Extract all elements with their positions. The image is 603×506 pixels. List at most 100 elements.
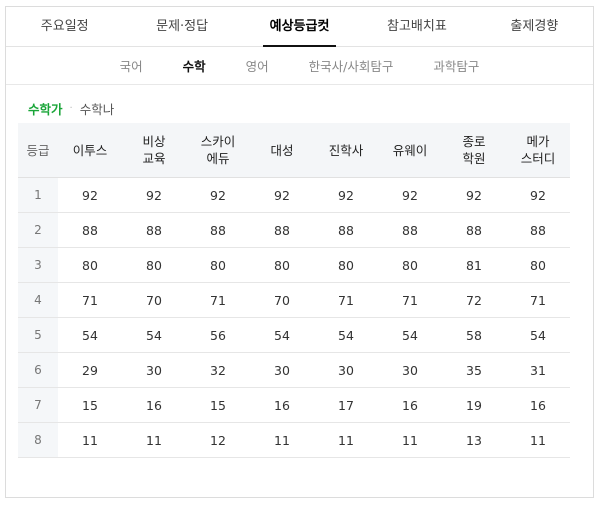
tab-expected-grade-cut[interactable]: 예상등급컷 xyxy=(241,7,358,47)
subject-tabs: 국어 수학 영어 한국사/사회탐구 과학탐구 xyxy=(6,47,593,85)
score-cell: 70 xyxy=(122,282,186,318)
column-header-uway: 유웨이 xyxy=(378,123,442,178)
score-cell: 11 xyxy=(250,422,314,458)
math-variant-selector: 수학가 · 수학나 xyxy=(28,99,114,118)
score-cell: 92 xyxy=(250,177,314,213)
score-cell: 92 xyxy=(186,177,250,213)
column-header-etoos: 이투스 xyxy=(58,123,122,178)
score-cell: 11 xyxy=(378,422,442,458)
column-header-bisang: 비상 교육 xyxy=(122,123,186,178)
score-cell: 11 xyxy=(122,422,186,458)
score-cell: 19 xyxy=(442,387,506,423)
score-cell: 31 xyxy=(506,352,570,388)
score-cell: 88 xyxy=(186,212,250,248)
score-cell: 80 xyxy=(186,247,250,283)
score-cell: 92 xyxy=(506,177,570,213)
table-row: 2 88 88 88 88 88 88 88 88 xyxy=(18,212,570,248)
grade-cell: 4 xyxy=(18,282,58,318)
score-cell: 54 xyxy=(58,317,122,353)
subtab-science[interactable]: 과학탐구 xyxy=(413,56,499,75)
table-header-row: 등급 이투스 비상 교육 스카이 에듀 대성 진학사 유웨이 종로 학원 메가 스터디 xyxy=(18,123,570,178)
score-cell: 35 xyxy=(442,352,506,388)
score-cell: 12 xyxy=(186,422,250,458)
score-cell: 11 xyxy=(58,422,122,458)
score-cell: 88 xyxy=(378,212,442,248)
column-header-jinhaksa: 진학사 xyxy=(314,123,378,178)
score-cell: 88 xyxy=(250,212,314,248)
score-cell: 71 xyxy=(378,282,442,318)
grade-cell: 3 xyxy=(18,247,58,283)
score-cell: 54 xyxy=(378,317,442,353)
score-cell: 29 xyxy=(58,352,122,388)
table-row: 4 71 70 71 70 71 71 72 71 xyxy=(18,282,570,318)
column-header-daesung: 대성 xyxy=(250,123,314,178)
variant-separator: · xyxy=(69,103,73,114)
column-header-jongro: 종로 학원 xyxy=(442,123,506,178)
table-row: 5 54 54 56 54 54 54 58 54 xyxy=(18,317,570,353)
score-cell: 88 xyxy=(506,212,570,248)
score-cell: 72 xyxy=(442,282,506,318)
score-cell: 80 xyxy=(122,247,186,283)
table-row: 6 29 30 32 30 30 30 35 31 xyxy=(18,352,570,388)
score-cell: 88 xyxy=(58,212,122,248)
grade-cut-table: 등급 이투스 비상 교육 스카이 에듀 대성 진학사 유웨이 종로 학원 메가 스터디 … xyxy=(18,123,570,458)
grade-column-header: 등급 xyxy=(18,123,58,178)
grade-cell: 6 xyxy=(18,352,58,388)
score-cell: 71 xyxy=(58,282,122,318)
score-cell: 92 xyxy=(378,177,442,213)
variant-math-na[interactable]: 수학나 xyxy=(80,99,115,118)
score-cell: 32 xyxy=(186,352,250,388)
score-cell: 92 xyxy=(314,177,378,213)
score-cell: 88 xyxy=(122,212,186,248)
score-cell: 88 xyxy=(442,212,506,248)
table-body: 1 92 92 92 92 92 92 92 92 2 88 88 88 88 88 88 88 88 3 80 80 8… xyxy=(18,177,570,458)
table-row: 7 15 16 15 16 17 16 19 16 xyxy=(18,387,570,423)
score-cell: 17 xyxy=(314,387,378,423)
score-cell: 71 xyxy=(186,282,250,318)
score-cell: 16 xyxy=(250,387,314,423)
score-cell: 80 xyxy=(250,247,314,283)
score-cell: 92 xyxy=(58,177,122,213)
score-cell: 80 xyxy=(378,247,442,283)
score-cell: 30 xyxy=(378,352,442,388)
score-cell: 80 xyxy=(506,247,570,283)
score-cell: 30 xyxy=(250,352,314,388)
score-cell: 11 xyxy=(314,422,378,458)
tab-reference-placement[interactable]: 참고배치표 xyxy=(358,7,475,46)
subtab-math[interactable]: 수학 xyxy=(163,56,226,75)
grade-cell: 7 xyxy=(18,387,58,423)
score-cell: 54 xyxy=(314,317,378,353)
table-row: 8 11 11 12 11 11 11 13 11 xyxy=(18,422,570,458)
score-cell: 16 xyxy=(506,387,570,423)
score-cell: 13 xyxy=(442,422,506,458)
column-header-megastudy: 메가 스터디 xyxy=(506,123,570,178)
score-cell: 70 xyxy=(250,282,314,318)
score-cell: 54 xyxy=(250,317,314,353)
score-cell: 30 xyxy=(314,352,378,388)
score-cell: 16 xyxy=(122,387,186,423)
grade-cell: 5 xyxy=(18,317,58,353)
score-cell: 92 xyxy=(442,177,506,213)
tab-exam-trend[interactable]: 출제경향 xyxy=(476,7,593,46)
subtab-korean[interactable]: 국어 xyxy=(100,56,163,75)
score-cell: 54 xyxy=(122,317,186,353)
score-cell: 58 xyxy=(442,317,506,353)
score-cell: 11 xyxy=(506,422,570,458)
variant-math-ga[interactable]: 수학가 xyxy=(28,99,63,118)
score-cell: 81 xyxy=(442,247,506,283)
subtab-english[interactable]: 영어 xyxy=(226,56,289,75)
score-cell: 71 xyxy=(314,282,378,318)
grade-cell: 8 xyxy=(18,422,58,458)
score-cell: 16 xyxy=(378,387,442,423)
score-cell: 56 xyxy=(186,317,250,353)
subtab-history-social[interactable]: 한국사/사회탐구 xyxy=(289,56,414,75)
tab-questions-answers[interactable]: 문제·정답 xyxy=(123,7,240,46)
score-cell: 88 xyxy=(314,212,378,248)
score-cell: 15 xyxy=(186,387,250,423)
grade-cell: 2 xyxy=(18,212,58,248)
score-cell: 54 xyxy=(506,317,570,353)
grade-cell: 1 xyxy=(18,177,58,213)
score-cell: 92 xyxy=(122,177,186,213)
main-tabs: 주요일정 문제·정답 예상등급컷 참고배치표 출제경향 xyxy=(6,7,593,47)
tab-schedule[interactable]: 주요일정 xyxy=(6,7,123,46)
